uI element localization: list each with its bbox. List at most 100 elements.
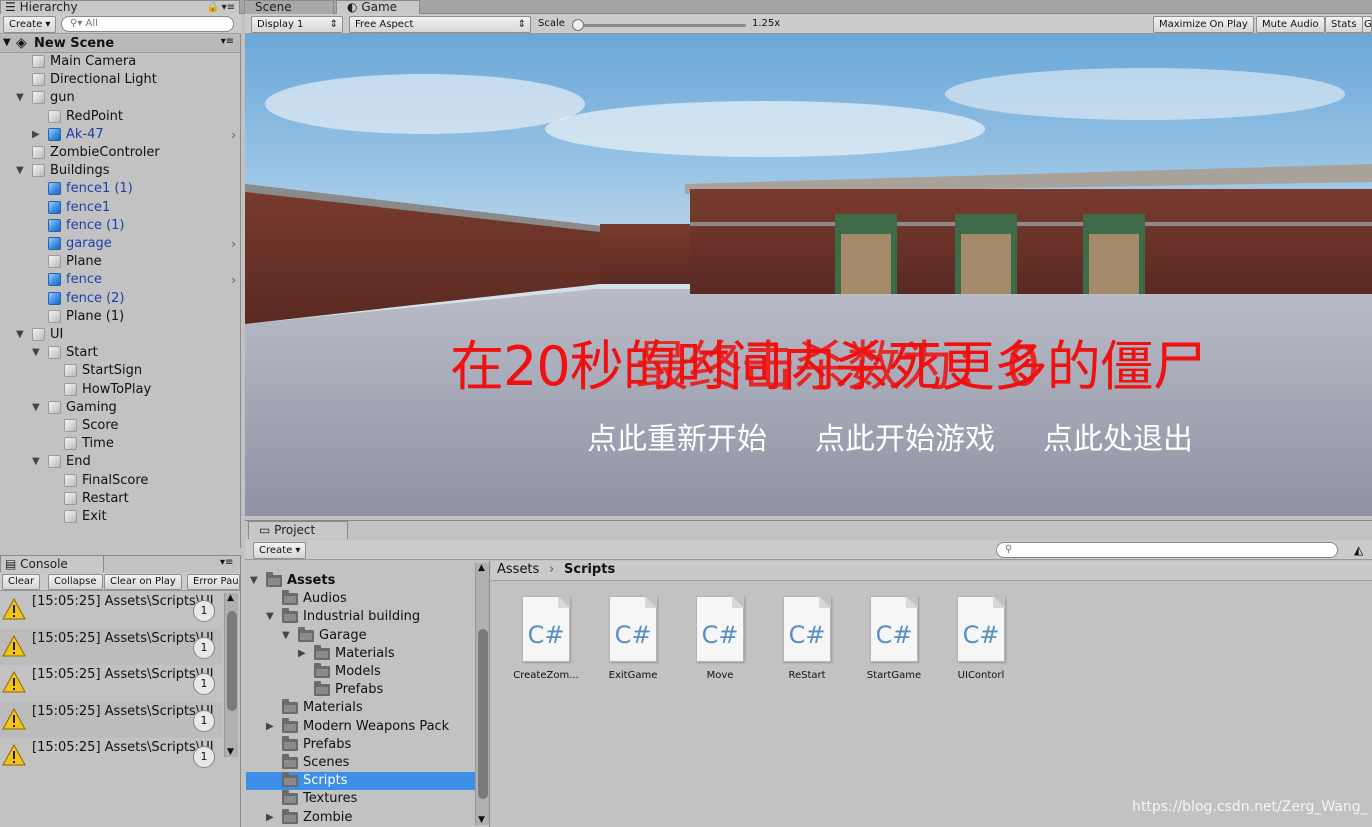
scroll-thumb[interactable]: [478, 629, 488, 799]
script-asset[interactable]: C# ReStart: [764, 596, 850, 681]
hierarchy-item[interactable]: ▼ UI: [0, 326, 240, 344]
chevron-right-icon[interactable]: ›: [231, 235, 236, 253]
scroll-down-icon[interactable]: ▼: [478, 815, 485, 825]
hierarchy-item[interactable]: ▶ Ak-47 ›: [0, 126, 240, 144]
project-folder-item[interactable]: Materials: [246, 699, 475, 717]
expand-down-icon[interactable]: ▼: [250, 572, 258, 590]
chevron-right-icon[interactable]: ›: [231, 271, 236, 289]
project-folder-item[interactable]: ▼ Industrial building: [246, 608, 475, 626]
tab-menu-icon[interactable]: ▾≡: [222, 1, 235, 14]
expand-down-icon[interactable]: ▼: [282, 627, 290, 645]
hierarchy-item[interactable]: fence (1): [0, 217, 240, 235]
hierarchy-item[interactable]: Time: [0, 435, 240, 453]
expand-down-icon[interactable]: ▼: [16, 162, 24, 180]
exit-button[interactable]: 点此处退出: [1043, 414, 1193, 458]
console-log-row[interactable]: [15:05:25] Assets\Scripts\UI 1: [0, 738, 222, 774]
console-log-row[interactable]: [15:05:25] Assets\Scripts\UI 1: [0, 665, 222, 701]
hierarchy-item[interactable]: Main Camera: [0, 53, 240, 71]
aspect-dropdown[interactable]: Free Aspect ⇕: [349, 16, 531, 33]
expand-down-icon[interactable]: ▼: [32, 399, 40, 417]
scroll-thumb[interactable]: [227, 611, 237, 711]
hierarchy-item[interactable]: HowToPlay: [0, 381, 240, 399]
hierarchy-item[interactable]: Directional Light: [0, 71, 240, 89]
tab-scene[interactable]: Scene: [244, 0, 334, 14]
expand-down-icon[interactable]: ▼: [16, 89, 24, 107]
expand-down-icon[interactable]: ▼: [32, 344, 40, 362]
scroll-up-icon[interactable]: ▲: [227, 593, 234, 603]
expand-down-icon[interactable]: ▼: [32, 453, 40, 471]
game-viewport[interactable]: 在20秒的时间内杀死更多的僵尸 最终击杀数为：0 点此重新开始 点此开始游戏 点…: [245, 34, 1372, 516]
hierarchy-item[interactable]: FinalScore: [0, 472, 240, 490]
project-folder-item[interactable]: ▼ Assets: [246, 572, 475, 590]
stats-toggle[interactable]: Stats: [1325, 16, 1363, 33]
expand-down-icon[interactable]: ▼: [266, 608, 274, 626]
gizmos-toggle[interactable]: G: [1362, 16, 1372, 33]
expand-down-icon[interactable]: ▼: [16, 326, 24, 344]
hierarchy-item[interactable]: fence1 (1): [0, 180, 240, 198]
project-create-button[interactable]: Create ▾: [253, 542, 307, 559]
filter-icon[interactable]: ◭: [1354, 543, 1363, 557]
expand-right-icon[interactable]: ▶: [298, 645, 306, 663]
hierarchy-item[interactable]: Plane (1): [0, 308, 240, 326]
project-folder-item[interactable]: Scenes: [246, 754, 475, 772]
console-clear-button[interactable]: Clear: [2, 574, 41, 590]
script-asset[interactable]: C# CreateZom...: [503, 596, 589, 681]
console-collapse-button[interactable]: Collapse: [48, 574, 103, 590]
hierarchy-item[interactable]: ▼ Gaming: [0, 399, 240, 417]
start-game-button[interactable]: 点此开始游戏: [815, 414, 995, 458]
expand-right-icon[interactable]: ▶: [266, 809, 274, 827]
project-folder-item[interactable]: Audios: [246, 590, 475, 608]
script-asset[interactable]: C# Move: [677, 596, 763, 681]
scroll-down-icon[interactable]: ▼: [227, 747, 234, 757]
lock-icon[interactable]: 🔒: [207, 1, 219, 14]
hierarchy-search-input[interactable]: ⚲▾ All: [61, 16, 234, 32]
hierarchy-item[interactable]: RedPoint: [0, 108, 240, 126]
script-asset[interactable]: C# ExitGame: [590, 596, 676, 681]
display-dropdown[interactable]: Display 1 ⇕: [251, 16, 343, 33]
scale-slider-thumb[interactable]: [572, 19, 584, 31]
expand-right-icon[interactable]: ▶: [32, 126, 40, 144]
project-tree-scrollbar[interactable]: ▲ ▼: [475, 563, 489, 825]
project-folder-item[interactable]: Prefabs: [246, 681, 475, 699]
scene-header[interactable]: ▼ ◈ New Scene ▾≡: [0, 35, 240, 53]
chevron-right-icon[interactable]: ›: [231, 126, 236, 144]
hierarchy-item[interactable]: ▼ End: [0, 453, 240, 471]
tab-hierarchy[interactable]: ☰ Hierarchy 🔒 ▾≡: [0, 0, 240, 14]
project-folder-item[interactable]: ▶ Materials: [246, 644, 475, 663]
project-folder-item[interactable]: Textures: [246, 790, 475, 808]
mute-audio-toggle[interactable]: Mute Audio: [1256, 16, 1325, 33]
console-log-row[interactable]: [15:05:25] Assets\Scripts\UI 1: [0, 592, 222, 628]
console-log-row[interactable]: [15:05:25] Assets\Scripts\UI 1: [0, 701, 222, 738]
console-clear-on-play-button[interactable]: Clear on Play: [104, 574, 182, 590]
console-log-row[interactable]: [15:05:25] Assets\Scripts\UI 1: [0, 628, 222, 665]
project-search-input[interactable]: ⚲: [996, 542, 1338, 558]
hierarchy-item[interactable]: StartSign: [0, 362, 240, 380]
restart-button[interactable]: 点此重新开始: [587, 414, 767, 458]
console-menu-icon[interactable]: ▾≡: [220, 557, 233, 568]
hierarchy-item[interactable]: Plane: [0, 253, 240, 271]
hierarchy-item[interactable]: Restart: [0, 490, 240, 508]
hierarchy-item[interactable]: garage ›: [0, 235, 240, 253]
project-folder-item[interactable]: Scripts: [246, 772, 475, 791]
hierarchy-item[interactable]: ZombieControler: [0, 144, 240, 162]
hierarchy-item[interactable]: fence1: [0, 199, 240, 217]
expand-right-icon[interactable]: ▶: [266, 718, 274, 736]
project-folder-item[interactable]: ▶ Zombie: [246, 808, 475, 827]
project-folder-item[interactable]: Prefabs: [246, 735, 475, 754]
script-asset[interactable]: C# StartGame: [851, 596, 937, 681]
scene-menu-icon[interactable]: ▾≡: [221, 36, 234, 47]
expand-down-icon[interactable]: ▼: [3, 37, 11, 48]
hierarchy-item[interactable]: Exit: [0, 508, 240, 526]
hierarchy-item[interactable]: ▼ Buildings: [0, 162, 240, 180]
hierarchy-item[interactable]: ▼ Start: [0, 344, 240, 362]
maximize-on-play-toggle[interactable]: Maximize On Play: [1153, 16, 1254, 33]
script-asset[interactable]: C# UIContorl: [938, 596, 1024, 681]
tab-game[interactable]: ◐ Game: [336, 0, 420, 14]
scale-slider-track[interactable]: [576, 24, 746, 27]
hierarchy-item[interactable]: Score: [0, 417, 240, 435]
hierarchy-create-button[interactable]: Create ▾: [3, 16, 57, 33]
tab-project[interactable]: ▭ Project: [248, 521, 348, 539]
scroll-up-icon[interactable]: ▲: [478, 563, 485, 573]
breadcrumb-assets[interactable]: Assets: [497, 561, 539, 579]
console-error-pause-button[interactable]: Error Pau: [187, 574, 240, 590]
